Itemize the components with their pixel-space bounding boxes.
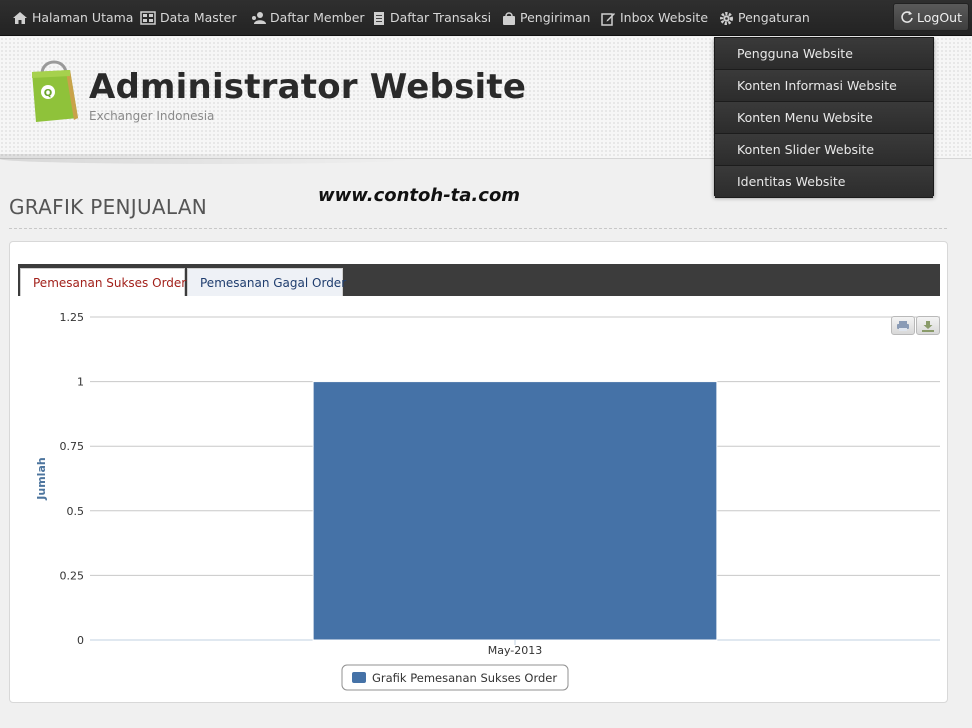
bar-chart: 0 0.25 0.5 0.75 1 1.25 May-2013 Jumlah Grafik Pe… [35, 311, 940, 691]
y-tick-label: 1 [77, 376, 84, 389]
nav-item-label: Pengiriman [520, 10, 591, 25]
site-title: Administrator Website [89, 67, 527, 107]
nav-item-halaman-utama[interactable]: Halaman Utama [12, 0, 133, 36]
tab-sukses-order[interactable]: Pemesanan Sukses Order [20, 268, 186, 296]
site-subtitle: Exchanger Indonesia [89, 109, 215, 123]
x-tick-label: May-2013 [488, 644, 543, 657]
bar [312, 381, 718, 641]
y-tick-label: 0.25 [60, 569, 85, 582]
nav-item-daftar-transaksi[interactable]: Daftar Transaksi [372, 0, 491, 36]
dropdown-item-konten-slider[interactable]: Konten Slider Website [715, 134, 933, 166]
tab-gagal-order[interactable]: Pemesanan Gagal Order [187, 268, 346, 296]
logout-button[interactable]: LogOut [893, 3, 969, 31]
y-axis-label: Jumlah [35, 457, 48, 500]
nav-item-label: Daftar Member [270, 10, 365, 25]
dropdown-item-konten-menu[interactable]: Konten Menu Website [715, 102, 933, 134]
nav-item-daftar-member[interactable]: Daftar Member [250, 0, 365, 36]
nav-item-label: Halaman Utama [32, 10, 134, 25]
edit-icon [601, 12, 615, 26]
nav-item-label: Inbox Website [620, 10, 709, 25]
y-tick-label: 0 [77, 634, 84, 647]
dropdown-item-konten-informasi[interactable]: Konten Informasi Website [715, 70, 933, 102]
top-navbar: Halaman Utama Data Master Daftar Member … [0, 0, 972, 36]
nav-item-label: Daftar Transaksi [390, 10, 492, 25]
dropdown-item-pengguna-website[interactable]: Pengguna Website [715, 38, 933, 70]
logo-bag-icon: Q [26, 56, 82, 130]
database-icon [140, 11, 156, 25]
watermark-text: www.contoh-ta.com [318, 185, 521, 206]
settings-dropdown-menu: Pengguna Website Konten Informasi Websit… [714, 37, 934, 198]
legend-swatch [352, 672, 366, 683]
print-icon [897, 320, 909, 331]
nav-item-label: Pengaturan [738, 10, 810, 25]
chart-area: 0 0.25 0.5 0.75 1 1.25 May-2013 Jumlah Grafik Pe… [18, 296, 940, 700]
download-icon [922, 320, 934, 332]
bag-icon [503, 11, 515, 25]
nav-item-pengaturan[interactable]: Pengaturan [719, 0, 810, 36]
refresh-icon [901, 11, 913, 23]
y-tick-label: 1.25 [60, 311, 85, 324]
header-shadow [0, 154, 420, 164]
users-icon [252, 12, 266, 24]
logout-label: LogOut [917, 9, 962, 25]
gear-icon [720, 11, 733, 25]
legend-label: Grafik Pemesanan Sukses Order [372, 671, 557, 685]
nav-item-label: Data Master [160, 10, 237, 25]
nav-item-data-master[interactable]: Data Master [140, 0, 237, 36]
y-tick-label: 0.75 [60, 440, 85, 453]
print-chart-button[interactable] [891, 316, 915, 335]
title-divider [9, 228, 947, 229]
home-icon [13, 12, 27, 24]
nav-item-inbox-website[interactable]: Inbox Website [601, 0, 708, 36]
export-chart-button[interactable] [916, 316, 940, 335]
y-tick-label: 0.5 [67, 505, 85, 518]
svg-text:Q: Q [44, 88, 53, 99]
dropdown-item-identitas-website[interactable]: Identitas Website [715, 166, 933, 198]
page-title: GRAFIK PENJUALAN [9, 195, 208, 219]
nav-item-pengiriman[interactable]: Pengiriman [502, 0, 590, 36]
document-icon [374, 11, 384, 25]
